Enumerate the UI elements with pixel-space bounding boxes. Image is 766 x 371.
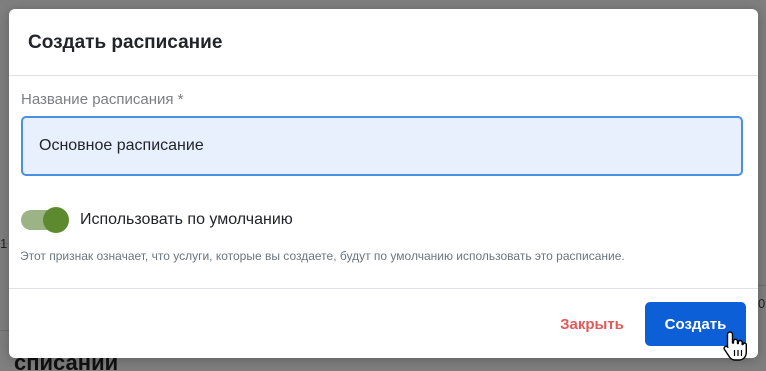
background-text-fragment: 1 (0, 236, 8, 251)
dialog-header: Создать расписание (9, 9, 758, 76)
background-divider-right (758, 285, 766, 286)
default-toggle-label[interactable]: Использовать по умолчанию (80, 211, 293, 229)
dialog-footer-divider (9, 288, 758, 289)
default-toggle-help-text: Этот признак означает, что услуги, котор… (20, 249, 625, 263)
background-divider-left-2 (0, 330, 9, 331)
dialog-title: Создать расписание (28, 32, 223, 53)
default-toggle[interactable] (21, 207, 69, 233)
schedule-name-label: Название расписания * (21, 91, 184, 108)
create-schedule-dialog: Создать расписание Название расписания *… (9, 9, 758, 358)
toggle-knob (43, 207, 69, 233)
background-text-fragment-right: 0 (758, 296, 766, 311)
schedule-name-input[interactable] (21, 116, 743, 176)
close-button[interactable]: Закрыть (557, 302, 627, 346)
hand-pointer-icon (723, 331, 747, 361)
